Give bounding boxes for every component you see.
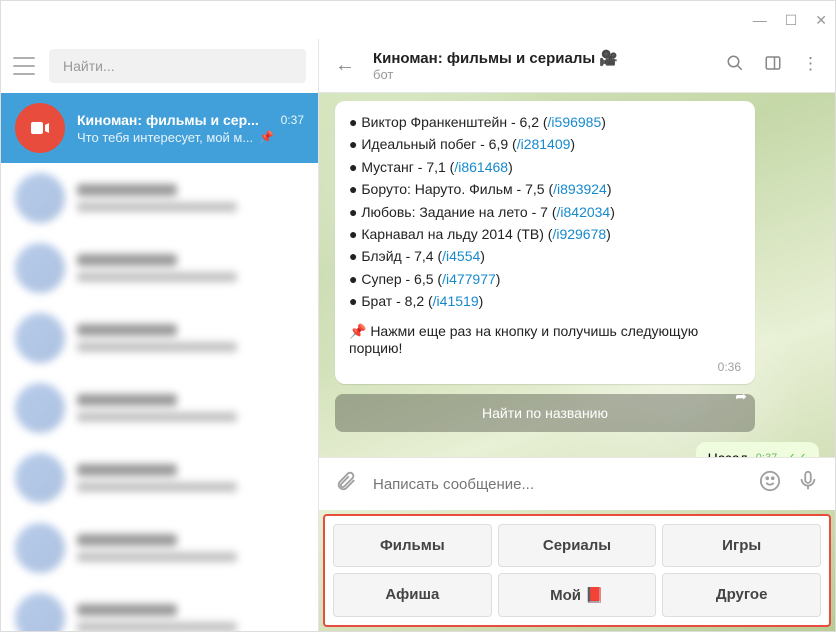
movie-link[interactable]: /i477977 [442, 271, 496, 287]
message-text: Назад [708, 450, 748, 457]
kb-button[interactable]: Сериалы [498, 524, 657, 567]
hint-text: 📌 Нажми еще раз на кнопку и получишь сле… [349, 323, 741, 356]
share-icon: ➦ [735, 388, 747, 405]
chat-time: 0:37 [281, 113, 304, 127]
kb-button[interactable]: Фильмы [333, 524, 492, 567]
close-button[interactable]: ✕ [815, 12, 827, 29]
chat-item[interactable] [1, 233, 318, 303]
kb-button[interactable]: Мой 📕 [498, 573, 657, 617]
search-icon[interactable] [726, 54, 744, 77]
chat-subtitle: бот [373, 67, 708, 82]
movie-item: ● Любовь: Задание на лето - 7 (/i842034) [349, 201, 741, 223]
menu-icon[interactable] [13, 57, 35, 75]
kb-button[interactable]: Другое [662, 573, 821, 617]
pin-icon: 📌 [259, 130, 274, 144]
avatar [15, 103, 65, 153]
movie-link[interactable]: /i596985 [548, 114, 602, 130]
movie-item: ● Идеальный побег - 6,9 (/i281409) [349, 133, 741, 155]
chat-preview: Что тебя интересует, мой м... 📌 [77, 130, 304, 145]
mic-icon[interactable] [797, 470, 819, 498]
inline-button-search[interactable]: Найти по названию ➦ [335, 394, 755, 432]
attach-icon[interactable] [335, 470, 357, 498]
chat-item[interactable] [1, 583, 318, 631]
chat-list: Киноман: фильмы и сер... 0:37 Что тебя и… [1, 93, 318, 631]
movie-item: ● Боруто: Наруто. Фильм - 7,5 (/i893924) [349, 178, 741, 200]
message-time: 0:36 [349, 360, 741, 374]
chat-item[interactable] [1, 163, 318, 233]
more-icon[interactable]: ⋮ [802, 54, 819, 77]
reply-keyboard: Фильмы Сериалы Игры Афиша Мой 📕 Другое [323, 514, 831, 627]
search-input[interactable]: Найти... [49, 49, 306, 83]
kb-button[interactable]: Игры [662, 524, 821, 567]
chat-item-active[interactable]: Киноман: фильмы и сер... 0:37 Что тебя и… [1, 93, 318, 163]
movie-item: ● Брат - 8,2 (/i41519) [349, 290, 741, 312]
movie-item: ● Блэйд - 7,4 (/i4554) [349, 245, 741, 267]
message-input[interactable] [373, 476, 743, 493]
chat-area: ← Киноман: фильмы и сериалы 🎥 бот ⋮ [319, 39, 835, 631]
kb-button[interactable]: Афиша [333, 573, 492, 617]
chat-title[interactable]: Киноман: фильмы и сериалы 🎥 [373, 49, 708, 67]
movie-link[interactable]: /i893924 [553, 181, 607, 197]
chat-item[interactable] [1, 443, 318, 513]
movie-item: ● Виктор Франкенштейн - 6,2 (/i596985) [349, 111, 741, 133]
movie-item: ● Мустанг - 7,1 (/i861468) [349, 156, 741, 178]
emoji-icon[interactable] [759, 470, 781, 498]
chat-header: ← Киноман: фильмы и сериалы 🎥 бот ⋮ [319, 39, 835, 93]
movie-link[interactable]: /i281409 [517, 136, 571, 152]
movie-link[interactable]: /i842034 [557, 204, 611, 220]
movie-link[interactable]: /i929678 [552, 226, 606, 242]
window-titlebar: — ☐ ✕ [1, 1, 835, 39]
movie-item: ● Карнавал на льду 2014 (ТВ) (/i929678) [349, 223, 741, 245]
movie-link[interactable]: /i4554 [442, 248, 480, 264]
back-arrow-icon[interactable]: ← [335, 54, 355, 77]
sidebar: Найти... Киноман: фильмы и сер... 0:37 Ч… [1, 39, 319, 631]
input-bar [319, 457, 835, 510]
chat-item[interactable] [1, 513, 318, 583]
movie-link[interactable]: /i41519 [433, 293, 479, 309]
maximize-button[interactable]: ☐ [785, 12, 798, 29]
message-bubble: ● Виктор Франкенштейн - 6,2 (/i596985)● … [335, 101, 755, 384]
outgoing-message: Назад 0:37 ✓✓ [335, 442, 819, 457]
read-checks-icon: ✓✓ [785, 450, 807, 457]
movie-item: ● Супер - 6,5 (/i477977) [349, 268, 741, 290]
minimize-button[interactable]: — [753, 12, 767, 28]
chat-item[interactable] [1, 373, 318, 443]
chat-name: Киноман: фильмы и сер... [77, 112, 259, 128]
messages-area: ● Виктор Франкенштейн - 6,2 (/i596985)● … [319, 93, 835, 457]
movie-link[interactable]: /i861468 [454, 159, 508, 175]
panel-icon[interactable] [764, 54, 782, 77]
chat-item[interactable] [1, 303, 318, 373]
